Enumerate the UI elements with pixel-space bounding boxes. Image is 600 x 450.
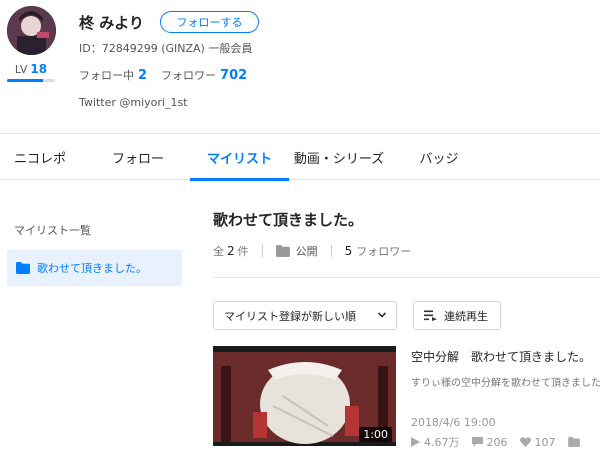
following-link[interactable]: フォロー中 2 bbox=[79, 67, 147, 83]
video-duration: 1:00 bbox=[359, 427, 392, 442]
tab-videos-series[interactable]: 動画・シリーズ bbox=[289, 134, 389, 180]
view-count: 4.67万 bbox=[424, 436, 460, 449]
count-suffix: 件 bbox=[237, 245, 249, 258]
following-count: 2 bbox=[138, 68, 148, 83]
mylist-meta: 全 2 件 公開 5 フォロワー bbox=[213, 243, 411, 259]
user-id: ID：72849299 (GINZA) 一般会員 bbox=[79, 42, 253, 55]
continuous-play-button[interactable]: 連続再生 bbox=[413, 301, 501, 330]
count-prefix: 全 bbox=[213, 245, 224, 258]
tab-mylist[interactable]: マイリスト bbox=[190, 134, 289, 181]
video-title[interactable]: 空中分解 歌わせて頂きました。 bbox=[411, 348, 600, 365]
mylist-stat bbox=[567, 437, 584, 447]
playlist-play-icon bbox=[424, 310, 437, 321]
folder-icon bbox=[16, 262, 30, 274]
level-label: LV bbox=[14, 63, 28, 76]
followers-link[interactable]: フォロワー 702 bbox=[161, 67, 247, 83]
heart-icon bbox=[519, 437, 531, 447]
sidebar-item-label: 歌わせて頂きました。 bbox=[37, 262, 147, 275]
followers-label: フォロワー bbox=[161, 69, 217, 82]
like-stat: 107 bbox=[519, 435, 556, 449]
continuous-play-label: 連続再生 bbox=[444, 309, 488, 323]
mylist-sidebar-title: マイリスト一覧 bbox=[14, 224, 91, 237]
meta-divider bbox=[261, 245, 263, 257]
sort-select[interactable]: マイリスト登録が新しい順 bbox=[213, 301, 397, 330]
avatar[interactable] bbox=[7, 6, 56, 55]
twitter-link[interactable]: Twitter @miyori_1st bbox=[79, 96, 188, 109]
mylist-follower-count: 5 bbox=[344, 244, 353, 258]
folder-icon bbox=[275, 245, 290, 257]
video-description: すりぃ様の空中分解を歌わせて頂きました。 bbox=[411, 378, 600, 389]
like-count: 107 bbox=[534, 435, 556, 449]
sort-label: マイリスト登録が新しい順 bbox=[224, 309, 356, 323]
view-stat: 4.67万 bbox=[411, 434, 460, 450]
visibility-label: 公開 bbox=[295, 245, 318, 258]
mylist-follower-label: フォロワー bbox=[356, 245, 412, 258]
play-icon bbox=[411, 437, 420, 447]
tab-badge[interactable]: バッジ bbox=[395, 134, 483, 180]
follow-button[interactable]: フォローする bbox=[160, 11, 259, 33]
follow-counts: フォロー中 2 フォロワー 702 bbox=[79, 67, 247, 83]
video-date: 2018/4/6 19:00 bbox=[411, 416, 496, 429]
level-indicator: LV 18 bbox=[9, 62, 53, 76]
followers-count: 702 bbox=[220, 68, 248, 83]
video-thumbnail[interactable]: 1:00 bbox=[213, 346, 396, 446]
profile-tabs: ニコレポ フォロー マイリスト 動画・シリーズ バッジ bbox=[0, 133, 600, 181]
tab-follow[interactable]: フォロー bbox=[93, 134, 183, 180]
mylist-title: 歌わせて頂きました。 bbox=[213, 211, 364, 229]
sidebar-item-mylist[interactable]: 歌わせて頂きました。 bbox=[7, 250, 182, 286]
level-progress-fill bbox=[7, 79, 43, 82]
user-name: 柊 みより bbox=[79, 14, 144, 32]
level-progress-bar bbox=[7, 79, 55, 82]
folder-icon bbox=[567, 437, 580, 447]
divider bbox=[213, 277, 600, 278]
meta-divider bbox=[330, 245, 332, 257]
chevron-down-icon bbox=[377, 312, 387, 318]
level-value: 18 bbox=[30, 62, 48, 76]
video-stats: 4.67万 206 107 bbox=[411, 434, 600, 450]
comment-icon bbox=[471, 437, 483, 447]
comment-stat: 206 bbox=[471, 435, 508, 449]
video-count: 2 bbox=[227, 244, 235, 258]
comment-count: 206 bbox=[486, 435, 508, 449]
tab-nicorepo[interactable]: ニコレポ bbox=[0, 134, 80, 180]
following-label: フォロー中 bbox=[79, 69, 134, 82]
